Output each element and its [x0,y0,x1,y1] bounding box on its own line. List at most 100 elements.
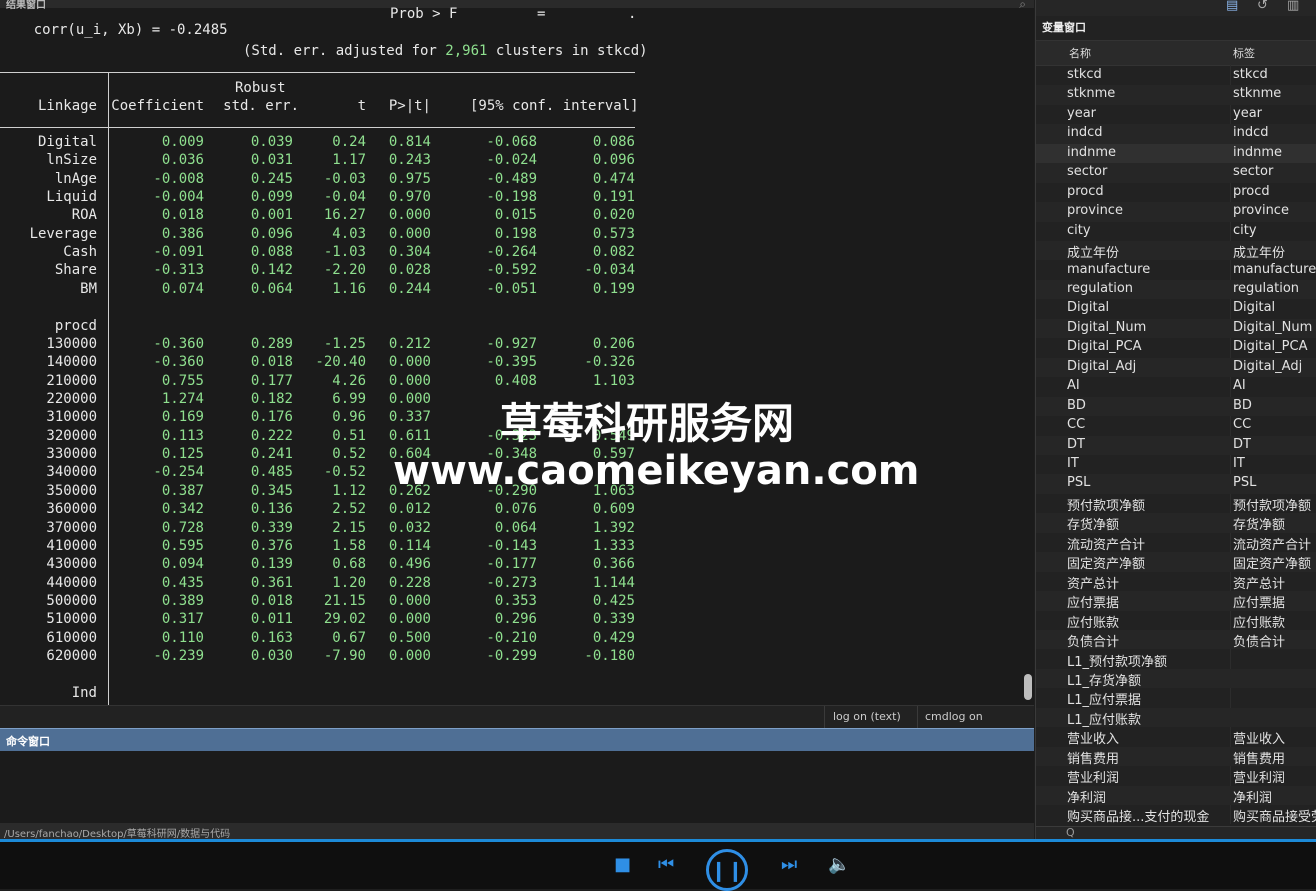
cell-p: 0.000 [388,207,431,224]
header-p: P>|t| [388,98,431,114]
variable-name: 应付票据 [1067,596,1120,612]
variable-label: stkcd [1233,67,1268,82]
col-name-header[interactable]: 名称 [1069,45,1091,61]
variable-row[interactable]: province province [1036,202,1316,222]
cell-t: 21.15 [323,592,366,609]
variable-row[interactable]: PSL PSL [1036,474,1316,494]
variable-row[interactable]: manufacture manufacture [1036,261,1316,280]
search-icon[interactable]: ⌕ [1019,0,1026,12]
cell-t: -7.90 [323,647,366,664]
variable-row[interactable]: 流动资产合计 流动资产合计 [1036,533,1316,553]
variables-filter[interactable]: Q [1036,826,1316,840]
cell-hi: 1.103 [592,372,635,389]
cmdlog-status[interactable]: cmdlog on [925,710,983,723]
variable-label: Digital [1233,300,1276,316]
variable-row[interactable]: 成立年份 成立年份 [1036,241,1316,261]
cell-name: Share [54,262,97,279]
results-scrollbar[interactable] [1024,674,1032,700]
variable-row[interactable]: 购买商品接...支付的现金 购买商品接受劳 [1036,805,1316,825]
cell-name: 310000 [46,409,97,426]
variable-row[interactable]: Digital_Num Digital_Num [1036,318,1316,339]
table-row: BM 0.074 0.064 1.16 0.244 -0.051 0.199 [0,281,640,299]
variable-row[interactable]: 营业利润 营业利润 [1036,766,1316,786]
variable-row[interactable]: 应付账款 应付账款 [1036,611,1316,631]
variable-label: year [1233,105,1263,121]
cell-lo: -0.210 [486,629,537,646]
variable-row[interactable]: IT IT [1036,455,1316,474]
cell-se: 0.018 [250,354,293,371]
cell-p: 0.814 [388,134,431,150]
cell-se: 0.345 [250,482,293,499]
variable-row[interactable]: Digital Digital [1036,299,1316,318]
variable-row[interactable]: CC CC [1036,416,1316,435]
variable-row[interactable]: stknme stknme [1036,85,1316,105]
stop-icon[interactable]: ■ [614,854,631,875]
pause-icon[interactable]: ❙❙ [706,849,748,891]
cell-t: 0.96 [332,409,366,426]
variable-row[interactable]: 存货净额 存货净额 [1036,513,1316,533]
col-label-header[interactable]: 标签 [1233,45,1255,61]
variable-row[interactable]: DT DT [1036,435,1316,455]
variable-row[interactable]: L1_存货净额 [1036,668,1316,689]
cell-lo: -0.592 [486,262,537,279]
variable-row[interactable]: regulation regulation [1036,279,1316,300]
cell-coef: 0.755 [161,372,204,389]
variable-row[interactable]: 预付款项净额 预付款项净额 [1036,494,1316,514]
cell-coef: -0.254 [153,464,204,481]
variable-name: stkcd [1067,67,1102,82]
variable-row[interactable]: indcd indcd [1036,124,1316,144]
cell-t: 2.52 [332,501,366,518]
log-status[interactable]: log on (text) [833,710,901,723]
cell-se: 0.485 [250,464,293,481]
layout-icon[interactable]: ▥ [1287,0,1299,13]
variable-row[interactable]: 固定资产净额 固定资产净额 [1036,552,1316,572]
variable-row[interactable]: L1_应付票据 [1036,688,1316,708]
variable-name: 负债合计 [1067,635,1120,651]
cell-t: 1.16 [332,280,366,297]
skip-back-icon[interactable]: ⏮ [658,854,674,875]
variable-label: regulation [1233,280,1300,296]
cell-lo: -0.299 [486,647,537,664]
variable-label: 预付款项净额 [1233,498,1312,514]
variable-row[interactable]: year year [1036,105,1316,124]
variable-row[interactable]: 净利润 净利润 [1036,785,1316,806]
cell-p: 0.000 [388,372,431,389]
variable-row[interactable]: Digital_PCA Digital_PCA [1036,338,1316,357]
properties-icon[interactable]: ▤ [1226,0,1238,13]
skip-forward-icon[interactable]: ⏭ [781,854,797,875]
table-row: lnSize 0.036 0.031 1.17 0.243 -0.024 0.096 [0,152,640,170]
variable-row[interactable]: 资产总计 资产总计 [1036,572,1316,592]
variable-row[interactable]: 营业收入 营业收入 [1036,727,1316,747]
variable-row[interactable]: BD BD [1036,396,1316,417]
variable-row[interactable]: L1_预付款项净额 [1036,650,1316,670]
prob-f-label: Prob > F [390,6,458,22]
cell-lo: -0.024 [486,152,537,169]
prob-f-eq: = [537,6,546,22]
variable-row[interactable]: L1_应付账款 [1036,707,1316,728]
variable-row[interactable]: 销售费用 销售费用 [1036,746,1316,767]
variable-row[interactable]: stkcd stkcd [1036,66,1316,85]
cell-name: Liquid [46,189,97,206]
history-icon[interactable]: ↺ [1257,0,1268,13]
cell-coef: -0.360 [153,354,204,371]
variable-row[interactable]: indnme indnme [1036,143,1316,164]
cell-name: 430000 [46,556,97,573]
watermark-url: www.caomeikeyan.com [393,448,920,494]
variable-name: Digital_PCA [1067,339,1142,355]
variable-row[interactable]: AI AI [1036,377,1316,396]
variable-row[interactable]: 应付票据 应付票据 [1036,591,1316,612]
cell-coef: 0.125 [161,446,204,463]
video-player-controls: ■ ⏮ ❙❙ ⏭ 🔈 [0,842,1316,891]
variable-row[interactable]: Digital_Adj Digital_Adj [1036,357,1316,378]
command-input[interactable] [0,751,1034,823]
variable-row[interactable]: sector sector [1036,163,1316,183]
cell-coef: -0.091 [153,244,204,261]
variable-row[interactable]: 负债合计 负债合计 [1036,630,1316,651]
variable-row[interactable]: city city [1036,222,1316,241]
variable-label: city [1233,222,1257,238]
results-status-strip: log on (text) cmdlog on [0,705,1034,728]
variable-label: procd [1233,183,1270,199]
variable-row[interactable]: procd procd [1036,183,1316,202]
volume-icon[interactable]: 🔈 [828,854,850,875]
table-row: 500000 0.389 0.018 21.15 0.000 0.353 0.425 [0,593,640,611]
